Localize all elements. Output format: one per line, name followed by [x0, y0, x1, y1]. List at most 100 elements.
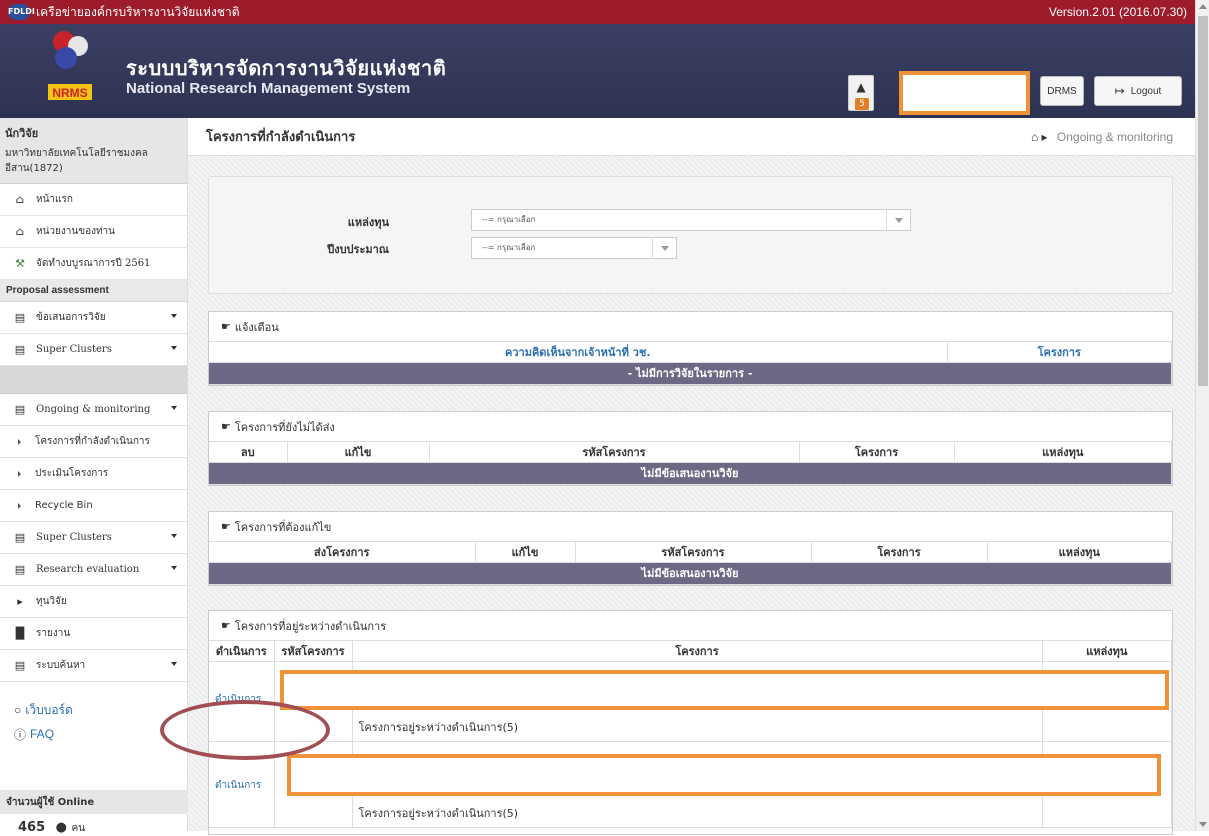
panel-header: ☛ โครงการที่อยู่ระหว่างดำเนินการ: [209, 611, 1172, 641]
column-header: แก้ไข: [287, 442, 430, 463]
column-header[interactable]: โครงการ: [947, 342, 1172, 363]
faq-link[interactable]: ⓘ FAQ: [0, 722, 187, 746]
arrow-right-icon: [18, 502, 21, 509]
funding-source-label: แหล่งทุน: [347, 216, 389, 229]
scrollbar[interactable]: [1195, 0, 1209, 831]
sidebar-item-search[interactable]: ▤ ระบบค้นหา: [0, 650, 187, 682]
sidebar-item-super-clusters-2[interactable]: ▤ Super Clusters: [0, 522, 187, 554]
help-icon: ⓘ: [14, 727, 27, 742]
panel-title: แจ้งเตือน: [234, 320, 279, 334]
sidebar-subitem-recycle-bin[interactable]: Recycle Bin: [0, 490, 187, 522]
revise-panel: ☛ โครงการที่ต้องแก้ไข ส่งโครงการ แก้ไข ร…: [208, 511, 1173, 586]
scroll-thumb[interactable]: [1198, 16, 1208, 386]
revise-table: ส่งโครงการ แก้ไข รหัสโครงการ โครงการ แหล…: [209, 542, 1172, 585]
sidebar-item-super-clusters[interactable]: ▤ Super Clusters: [0, 334, 187, 366]
svg-text:NRMS: NRMS: [52, 86, 87, 100]
network-bar: FDLDI เครือข่ายองค์กรบริหารงานวิจัยแห่งช…: [0, 0, 1195, 24]
sidebar-spacer: [0, 366, 187, 394]
alert-table: ความคิดเห็นจากเจ้าหน้าที่ วช. โครงการ - …: [209, 342, 1172, 385]
funding-source-select[interactable]: --= กรุณาเลือก: [471, 209, 911, 231]
highlight-circle: [160, 700, 330, 760]
sidebar-item-research-evaluation[interactable]: ▤ Research evaluation: [0, 554, 187, 586]
user-org: มหาวิทยาลัยเทคโนโลยีราชมงคลอีสาน(1872): [5, 148, 148, 174]
sidebar-item-label: Research evaluation: [36, 564, 140, 575]
unsent-panel: ☛ โครงการที่ยังไม่ได้ส่ง ลบ แก้ไข รหัสโค…: [208, 411, 1173, 486]
column-header: รหัสโครงการ: [575, 542, 812, 563]
panel-header: ☛ แจ้งเตือน: [209, 312, 1172, 342]
sidebar-item-label: หน้าแรก: [36, 194, 73, 205]
online-users-label: จำนวนผู้ใช้ Online: [0, 790, 188, 814]
caret-down-icon: [171, 314, 177, 318]
sidebar-item-organization[interactable]: ⌂ หน่วยงานของท่าน: [0, 216, 187, 248]
column-header: รหัสโครงการ: [429, 442, 800, 463]
user-role: นักวิจัย: [5, 127, 39, 140]
sidebar-item-funding[interactable]: ▸ ทุนวิจัย: [0, 586, 187, 618]
chevron-down-icon: [652, 238, 676, 258]
project-status: โครงการอยู่ระหว่างดำเนินการ(5): [358, 806, 519, 820]
arrow-right-icon: [18, 438, 21, 445]
logout-button[interactable]: ↦ Logout: [1094, 76, 1182, 106]
list-icon: ▤: [14, 563, 26, 576]
sidebar-item-label: หน่วยงานของท่าน: [36, 226, 116, 237]
sidebar-subitem-ongoing-projects[interactable]: โครงการที่กำลังดำเนินการ: [0, 426, 187, 458]
thumbs-icon: ☛: [221, 619, 231, 632]
list-icon: ▤: [14, 659, 26, 672]
bell-icon: ▲: [856, 80, 866, 94]
sidebar-item-label: ข้อเสนอการวิจัย: [36, 312, 106, 323]
column-header: ลบ: [209, 442, 288, 463]
select-value: --= กรุณาเลือก: [482, 243, 536, 252]
online-unit: คน: [71, 823, 86, 834]
sidebar-item-budget[interactable]: ⚒ จัดทำงบบูรณาการปี 2561: [0, 248, 187, 280]
sidebar-item-label: ประเมินโครงการ: [35, 468, 109, 479]
column-header: แหล่งทุน: [987, 542, 1172, 563]
scroll-up-icon[interactable]: [1199, 4, 1207, 9]
sidebar-subitem-evaluate[interactable]: ประเมินโครงการ: [0, 458, 187, 490]
column-header: แหล่งทุน: [954, 442, 1172, 463]
online-users-count: 465 ● คน: [18, 820, 85, 836]
arrow-right-icon: [18, 470, 21, 477]
fiscal-year-select[interactable]: --= กรุณาเลือก: [471, 237, 677, 259]
panel-title: โครงการที่ยังไม่ได้ส่ง: [234, 420, 335, 434]
thumbs-icon: ☛: [221, 420, 231, 433]
sidebar-item-report[interactable]: █ รายงาน: [0, 618, 187, 650]
webboard-link[interactable]: ○ เว็บบอร์ด: [0, 698, 187, 722]
sidebar-item-ongoing[interactable]: ▤ Ongoing & monitoring: [0, 394, 187, 426]
list-icon: ▤: [14, 531, 26, 544]
sidebar-item-label: รายงาน: [36, 628, 71, 639]
sidebar-item-proposal[interactable]: ▤ ข้อเสนอการวิจัย: [0, 302, 187, 334]
column-header[interactable]: ความคิดเห็นจากเจ้าหน้าที่ วช.: [209, 342, 948, 363]
panel-header: ☛ โครงการที่ยังไม่ได้ส่ง: [209, 412, 1172, 442]
list-icon: ▤: [14, 343, 26, 356]
comment-icon: ○: [14, 703, 22, 717]
fdldi-logo: FDLDI: [8, 4, 35, 20]
main-content: โครงการที่กำลังดำเนินการ ⌂ ▸ Ongoing & m…: [188, 118, 1195, 835]
panel-title: โครงการที่ต้องแก้ไข: [234, 520, 332, 534]
user-name-redacted: [899, 71, 1030, 115]
version-label: Version.2.01 (2016.07.30): [1048, 5, 1187, 19]
sidebar-item-home[interactable]: ⌂ หน้าแรก: [0, 184, 187, 216]
process-link[interactable]: ดำเนินการ: [215, 780, 261, 791]
sidebar-item-label: โครงการที่กำลังดำเนินการ: [35, 436, 150, 447]
nrms-logo: NRMS: [48, 31, 92, 100]
panel-title: โครงการที่อยู่ระหว่างดำเนินการ: [234, 619, 387, 633]
drms-button[interactable]: DRMS: [1040, 76, 1084, 106]
home-icon[interactable]: ⌂ ▸: [1031, 130, 1048, 144]
scroll-down-icon[interactable]: [1199, 822, 1207, 827]
sidebar-item-label: ระบบค้นหา: [36, 660, 86, 671]
caret-down-icon: [171, 346, 177, 350]
column-header: โครงการ: [799, 442, 955, 463]
select-value: --= กรุณาเลือก: [482, 215, 536, 224]
list-icon: ▤: [14, 311, 26, 324]
redaction-box: [280, 670, 1169, 710]
breadcrumb: ⌂ ▸ Ongoing & monitoring: [1031, 130, 1173, 144]
user-icon: ●: [55, 820, 68, 835]
breadcrumb-current: Ongoing & monitoring: [1056, 130, 1173, 144]
sidebar-item-label: Super Clusters: [36, 344, 112, 355]
system-title-en: National Research Management System: [126, 80, 411, 97]
notification-badge: 5: [855, 98, 869, 110]
notification-button[interactable]: ▲ 5: [848, 75, 874, 111]
sidebar-item-label: Ongoing & monitoring: [36, 404, 151, 415]
column-header: รหัสโครงการ: [274, 641, 353, 662]
ongoing-panel: ☛ โครงการที่อยู่ระหว่างดำเนินการ ดำเนินก…: [208, 610, 1173, 835]
sidebar-item-label: จัดทำงบบูรณาการปี 2561: [36, 258, 151, 269]
